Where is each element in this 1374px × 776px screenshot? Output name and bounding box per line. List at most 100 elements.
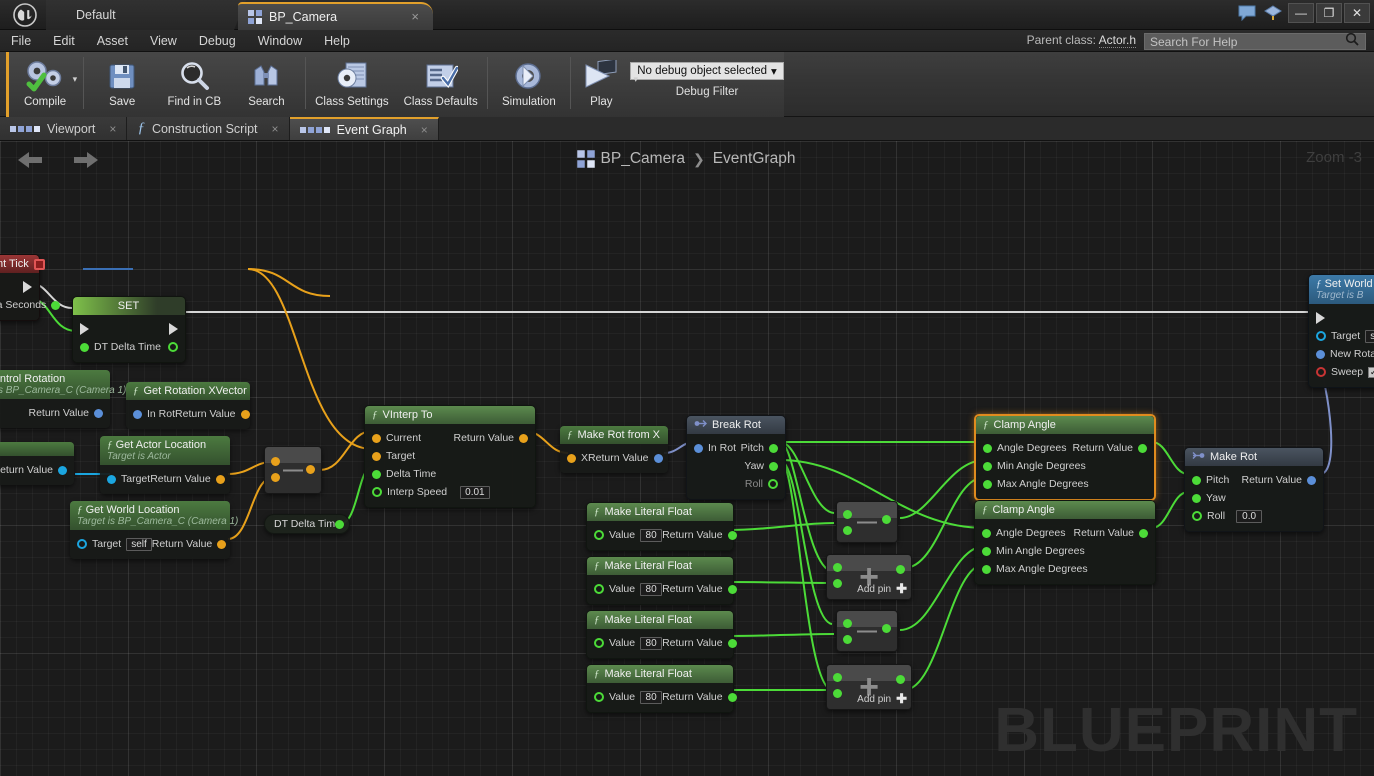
search-input[interactable]	[1145, 34, 1345, 49]
node-get-rotation-xvector[interactable]: ƒ Get Rotation XVector In Rot Return Val…	[126, 382, 250, 429]
class-settings-button[interactable]: Class Settings	[308, 52, 397, 117]
return-value-out-pin[interactable]	[240, 409, 250, 419]
node-break-rot[interactable]: Break Rot In Rot Pitch Yaw Roll	[686, 415, 786, 500]
delta-seconds-out-pin[interactable]	[51, 300, 61, 310]
return-value-out-pin[interactable]	[727, 584, 737, 594]
target-value-field[interactable]: s	[1365, 329, 1374, 343]
operand-a-pin[interactable]	[833, 673, 842, 682]
share-icon[interactable]	[1264, 5, 1282, 26]
menu-item-edit[interactable]: Edit	[42, 30, 86, 52]
event-graph-canvas[interactable]: BP_Camera ❯ EventGraph Zoom -3 BLUEPRINT	[0, 141, 1374, 776]
operand-b-pin[interactable]	[271, 473, 280, 482]
interp-speed-in-pin[interactable]	[372, 487, 382, 497]
play-dropdown-icon[interactable]: ▾	[634, 74, 639, 85]
result-out-pin[interactable]	[882, 624, 891, 633]
value-in-pin[interactable]	[594, 638, 604, 648]
return-value-out-pin[interactable]	[1139, 528, 1148, 538]
menu-item-asset[interactable]: Asset	[86, 30, 139, 52]
node-make-literal-float-2[interactable]: ƒ Make Literal Float Value 80 Return Val…	[586, 556, 737, 605]
value-field[interactable]: 80	[640, 582, 663, 596]
menu-item-file[interactable]: File	[0, 30, 42, 52]
result-out-pin[interactable]	[896, 675, 905, 684]
exec-in-pin[interactable]	[1316, 312, 1325, 324]
return-value-out-pin[interactable]	[653, 453, 663, 463]
maximize-button[interactable]: ❐	[1316, 3, 1342, 23]
operand-a-pin[interactable]	[833, 563, 842, 572]
in-rot-pin[interactable]	[694, 443, 703, 453]
value-field[interactable]: 80	[640, 636, 663, 650]
return-value-out-pin[interactable]	[727, 530, 737, 540]
value-field[interactable]: 80	[640, 690, 663, 704]
parent-class-value[interactable]: Actor.h	[1098, 33, 1136, 48]
speech-bubble-icon[interactable]	[1238, 5, 1256, 26]
node-make-rot[interactable]: Make Rot Pitch Return Value Yaw Roll 0.0	[1184, 447, 1324, 532]
exec-out-pin[interactable]	[23, 281, 32, 293]
tab-construction-script[interactable]: ƒ Construction Script ×	[127, 117, 290, 140]
roll-value-field[interactable]: 0.0	[1236, 509, 1263, 523]
result-out-pin[interactable]	[896, 565, 905, 574]
return-value-out-pin[interactable]	[217, 539, 227, 549]
node-add-1[interactable]: + Add pin ✚	[826, 554, 912, 600]
node-make-literal-float-1[interactable]: ƒ Make Literal Float Value 80 Return Val…	[586, 502, 737, 551]
yaw-out-pin[interactable]	[769, 461, 778, 471]
search-button[interactable]: Search	[230, 52, 302, 117]
result-out-pin[interactable]	[306, 465, 315, 474]
min-angle-degrees-in-pin[interactable]	[982, 546, 991, 556]
target-in-pin[interactable]	[372, 451, 381, 461]
angle-degrees-in-pin[interactable]	[983, 443, 992, 453]
pitch-in-pin[interactable]	[1192, 475, 1201, 485]
operand-a-pin[interactable]	[843, 619, 852, 628]
class-defaults-button[interactable]: Class Defaults	[396, 52, 485, 117]
node-subtract-2[interactable]: —	[836, 610, 898, 652]
compile-dropdown-icon[interactable]: ▾	[73, 74, 78, 85]
node-get-control-rotation[interactable]: Get Control Rotation Target is BP_Camera…	[0, 370, 126, 428]
back-arrow-icon[interactable]	[16, 149, 48, 176]
search-icon[interactable]	[1345, 32, 1359, 51]
target-value-field[interactable]: self	[126, 537, 152, 551]
tab-default-project[interactable]: Default	[46, 0, 246, 30]
menu-item-view[interactable]: View	[139, 30, 188, 52]
tab-construction-script-close-icon[interactable]: ×	[272, 122, 279, 136]
tab-viewport[interactable]: Viewport ×	[0, 117, 128, 140]
result-out-pin[interactable]	[882, 515, 891, 524]
tab-event-graph[interactable]: Event Graph ×	[289, 117, 439, 140]
target-in-pin[interactable]	[1316, 331, 1326, 341]
sweep-in-pin[interactable]	[1316, 367, 1326, 377]
node-get-world-location[interactable]: ƒ Get World Location Target is BP_Camera…	[70, 501, 238, 559]
operand-b-pin[interactable]	[833, 689, 842, 698]
tab-bp-camera[interactable]: BP_Camera ×	[238, 2, 433, 30]
interp-speed-field[interactable]: 0.01	[460, 485, 490, 499]
max-angle-degrees-in-pin[interactable]	[983, 479, 992, 489]
save-button[interactable]: Save	[86, 52, 158, 117]
node-make-literal-float-4[interactable]: ƒ Make Literal Float Value 80 Return Val…	[586, 664, 737, 713]
dt-delta-time-out-pin[interactable]	[168, 342, 178, 352]
sweep-checkbox[interactable]: ✓	[1368, 366, 1374, 378]
node-make-rot-from-x[interactable]: ƒ Make Rot from X X Return Value	[560, 426, 668, 473]
return-value-out-pin[interactable]	[215, 474, 225, 484]
add-pin-control[interactable]: Add pin ✚	[857, 581, 907, 597]
return-value-out-pin[interactable]	[1307, 475, 1316, 485]
tab-event-graph-close-icon[interactable]: ×	[421, 123, 428, 137]
delta-time-in-pin[interactable]	[372, 469, 381, 479]
roll-out-pin[interactable]	[768, 479, 778, 489]
max-angle-degrees-in-pin[interactable]	[982, 564, 991, 574]
forward-arrow-icon[interactable]	[68, 149, 100, 176]
play-button[interactable]: Play ▾	[573, 52, 638, 117]
plus-icon[interactable]: ✚	[896, 581, 907, 597]
target-in-pin[interactable]	[77, 539, 87, 549]
plus-icon[interactable]: ✚	[896, 691, 907, 707]
value-in-pin[interactable]	[594, 584, 604, 594]
return-value-out-pin[interactable]	[727, 638, 737, 648]
target-in-pin[interactable]	[107, 474, 116, 484]
help-search-box[interactable]	[1144, 32, 1366, 51]
menu-item-debug[interactable]: Debug	[188, 30, 247, 52]
operand-b-pin[interactable]	[833, 579, 842, 588]
node-set-dt-delta-time[interactable]: SET DT Delta Time	[72, 296, 186, 363]
find-in-cb-button[interactable]: Find in CB	[158, 52, 230, 117]
operand-a-pin[interactable]	[843, 510, 852, 519]
simulation-button[interactable]: Simulation	[490, 52, 568, 117]
node-clamp-angle-1[interactable]: ƒ Clamp Angle Angle Degrees Return Value…	[974, 414, 1156, 501]
node-left-variable[interactable]: Return Value	[0, 442, 74, 485]
exec-out-pin[interactable]	[169, 323, 178, 335]
value-in-pin[interactable]	[594, 530, 604, 540]
